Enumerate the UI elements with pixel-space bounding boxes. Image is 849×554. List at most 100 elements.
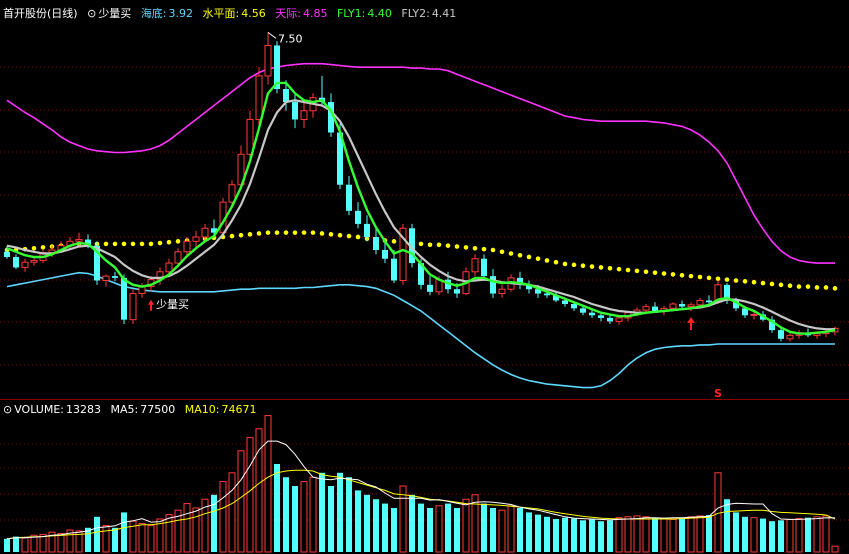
volume-bar: [427, 508, 433, 552]
candle-body: [786, 334, 794, 340]
shuiping-dot: [445, 243, 451, 248]
shuiping-dot: [823, 285, 829, 290]
candle-body: [355, 210, 361, 224]
candle-body: [391, 258, 397, 281]
shuiping-dot: [256, 231, 262, 236]
candle-body: [562, 300, 568, 304]
volume-panel[interactable]: [4, 415, 839, 553]
volume-bar: [822, 515, 830, 553]
candle-body: [679, 303, 685, 307]
candle-body: [481, 258, 487, 277]
candle: [778, 328, 784, 342]
candle: [490, 269, 496, 298]
volume-bar: [562, 517, 568, 552]
volume-bar: [246, 437, 254, 553]
volume-bar: [679, 517, 685, 552]
shuiping-dot: [319, 231, 325, 236]
candle-body: [292, 102, 298, 120]
shuiping-dot: [175, 239, 181, 244]
candle: [129, 289, 137, 325]
shuiping-dot: [499, 249, 505, 255]
shuiping-dot: [355, 234, 361, 240]
candle-body: [373, 236, 379, 251]
volume-bar: [633, 515, 641, 553]
volume-bar: [624, 516, 632, 553]
high-price-pointer: [267, 32, 277, 39]
volume-bar: [687, 516, 695, 553]
shuiping-dot: [652, 270, 658, 275]
volume-bar: [580, 520, 586, 552]
stock-chart[interactable]: 7.50 少量买 S: [0, 0, 849, 554]
shuiping-dot: [112, 241, 118, 247]
shuiping-dot: [454, 244, 460, 249]
candle: [355, 202, 361, 229]
shuiping-dot: [148, 241, 154, 247]
candle-body: [498, 288, 506, 295]
candle-body: [571, 303, 577, 309]
shuiping-dot: [166, 239, 172, 245]
volume-bar: [724, 499, 730, 552]
shuiping-dot: [778, 282, 784, 288]
shuiping-dot: [760, 280, 766, 286]
candle-body: [4, 251, 10, 257]
volume-bar: [507, 505, 515, 553]
shuiping-dot: [274, 230, 280, 235]
shuiping-dot: [796, 284, 802, 289]
candle: [300, 102, 308, 129]
volume-bar: [283, 477, 289, 552]
candle: [13, 254, 19, 270]
shuiping-dot: [697, 274, 703, 280]
candle-body: [174, 251, 182, 264]
candle: [471, 254, 479, 277]
shuiping-dot: [724, 277, 730, 282]
volume-bar: [21, 537, 29, 553]
volume-bar: [769, 521, 775, 552]
volume-bar: [750, 517, 758, 553]
candle-body: [580, 308, 586, 313]
volume-bar: [553, 519, 559, 552]
shuiping-dot: [427, 242, 433, 248]
candle: [292, 93, 298, 129]
candle-body: [183, 240, 191, 253]
price-panel[interactable]: [4, 32, 839, 389]
candle: [786, 332, 794, 342]
volume-bar: [462, 498, 470, 553]
volume-bar: [192, 507, 200, 553]
shuiping-dot: [679, 272, 685, 278]
candle-body: [607, 317, 613, 322]
shuiping-dot: [643, 269, 649, 275]
shuiping-dot: [625, 267, 631, 273]
volume-bar: [30, 534, 38, 553]
shuiping-dot: [292, 230, 298, 235]
shuiping-dot: [706, 275, 712, 281]
volume-bar: [805, 517, 811, 552]
candle: [219, 197, 227, 235]
candle-body: [129, 293, 137, 321]
shuiping-dot: [490, 247, 496, 253]
shuiping-dot: [733, 278, 739, 283]
shuiping-dot: [265, 230, 271, 235]
volume-bar: [642, 516, 650, 553]
candle: [30, 256, 38, 266]
candle: [399, 223, 407, 285]
candle-body: [471, 258, 479, 273]
shuiping-dot: [589, 264, 595, 269]
candle-body: [112, 276, 118, 278]
candle-body: [264, 44, 272, 77]
shuiping-dot: [436, 242, 442, 248]
candle: [526, 280, 532, 294]
volume-bar: [589, 519, 595, 552]
volume-bar: [571, 518, 577, 552]
shuiping-dot: [391, 239, 397, 244]
shuiping-dot: [688, 273, 694, 279]
shuiping-dot: [544, 258, 550, 263]
shuiping-dot: [130, 241, 136, 247]
volume-bar: [652, 517, 658, 552]
candle-body: [750, 313, 758, 316]
volume-bar: [598, 521, 604, 552]
volume-bar: [418, 503, 424, 552]
shuiping-dot: [661, 271, 667, 276]
shuiping-dot: [283, 230, 289, 235]
candle-body: [346, 184, 352, 211]
volume-bar: [813, 516, 821, 553]
